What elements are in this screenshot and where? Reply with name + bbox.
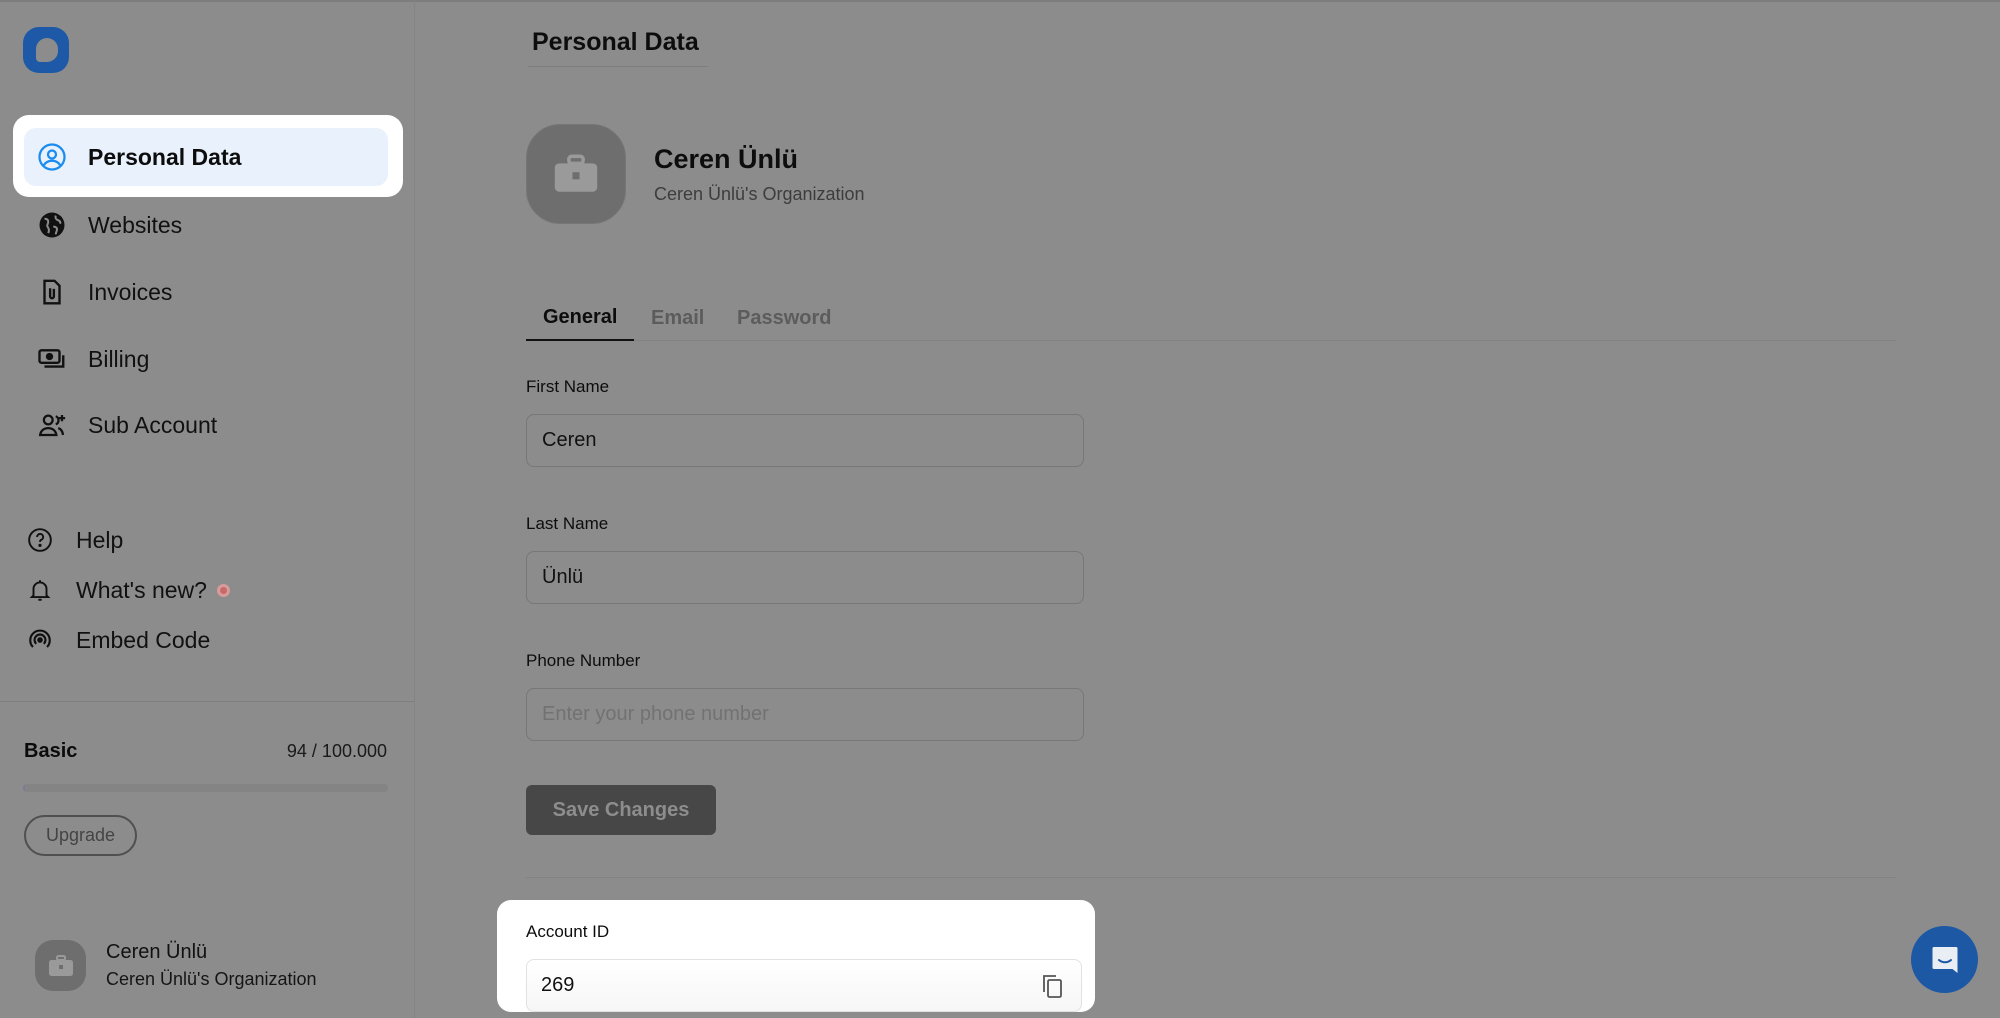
chat-widget-button[interactable]: [1911, 926, 1978, 993]
bell-icon: [24, 577, 56, 603]
profile-avatar[interactable]: [526, 124, 626, 224]
account-id-value: 269: [541, 974, 575, 996]
sidebar-item-label: What's new?: [76, 576, 207, 603]
sidebar-item-label: Sub Account: [88, 411, 218, 438]
sidebar-item-label: Invoices: [88, 278, 173, 305]
account-id-label: Account ID: [526, 922, 610, 941]
plan-usage-bar: [23, 784, 388, 792]
globe-icon: [24, 210, 80, 240]
account-id-section: Account ID 269: [497, 900, 1095, 1012]
phone-number-input[interactable]: [526, 688, 1084, 741]
document-clip-icon: [24, 277, 80, 307]
sidebar-item-websites[interactable]: Websites: [24, 196, 388, 254]
sidebar-item-help[interactable]: Help: [24, 520, 123, 560]
tab-general[interactable]: General: [526, 296, 635, 341]
copy-account-id-button[interactable]: [1038, 971, 1068, 1001]
question-circle-icon: [24, 527, 56, 553]
notification-dot: [216, 583, 230, 597]
last-name-input[interactable]: [526, 551, 1084, 604]
plan-name: Basic: [24, 740, 78, 762]
copy-icon: [1043, 974, 1062, 998]
account-name: Ceren Ünlü: [106, 941, 208, 963]
sidebar-item-label: Help: [76, 526, 124, 553]
sidebar-item-personal-data[interactable]: Personal Data: [24, 128, 388, 186]
profile-name: Ceren Ünlü: [654, 144, 799, 174]
page-title: Personal Data: [532, 28, 699, 56]
sidebar-item-label: Billing: [88, 345, 150, 372]
upgrade-button[interactable]: Upgrade: [24, 815, 137, 856]
user-circle-icon: [24, 142, 80, 172]
chat-icon: [1932, 946, 1957, 973]
tab-email[interactable]: Email: [634, 296, 721, 341]
briefcase-icon: [554, 154, 598, 192]
sidebar-item-invoices[interactable]: Invoices: [24, 263, 388, 321]
sidebar: Personal Data Websites Invoices Billing …: [0, 0, 415, 1018]
sidebar-item-label: Personal Data: [88, 143, 242, 170]
title-underline: [528, 66, 708, 67]
user-plus-icon: [24, 410, 80, 440]
sidebar-divider: [0, 701, 415, 702]
sidebar-item-sub-account[interactable]: Sub Account: [24, 396, 388, 454]
plan-usage: 94 / 100.000: [286, 741, 387, 761]
tab-password[interactable]: Password: [720, 296, 848, 341]
sidebar-item-embed-code[interactable]: Embed Code: [24, 620, 210, 660]
sidebar-item-billing[interactable]: Billing: [24, 330, 388, 388]
account-id-field[interactable]: 269: [526, 959, 1082, 1012]
account-avatar[interactable]: [35, 940, 86, 991]
banknotes-icon: [24, 344, 80, 374]
phone-number-label: Phone Number: [526, 651, 641, 670]
app-logo[interactable]: [23, 27, 69, 73]
save-changes-button[interactable]: Save Changes: [526, 785, 716, 835]
sidebar-item-label: Websites: [88, 211, 183, 238]
sidebar-item-label: Embed Code: [76, 626, 211, 653]
first-name-input[interactable]: [526, 414, 1084, 467]
account-organization: Ceren Ünlü's Organization: [106, 969, 317, 989]
sidebar-item-whats-new[interactable]: What's new?: [24, 570, 230, 610]
profile-organization: Ceren Ünlü's Organization: [654, 184, 865, 204]
content-divider: [526, 877, 1896, 878]
plan-usage-bar-fill: [23, 784, 26, 792]
settings-tabs: General Email Password: [526, 296, 1896, 341]
signal-icon: [24, 627, 56, 653]
first-name-label: First Name: [526, 377, 610, 396]
briefcase-icon: [48, 954, 73, 976]
last-name-label: Last Name: [526, 514, 609, 533]
